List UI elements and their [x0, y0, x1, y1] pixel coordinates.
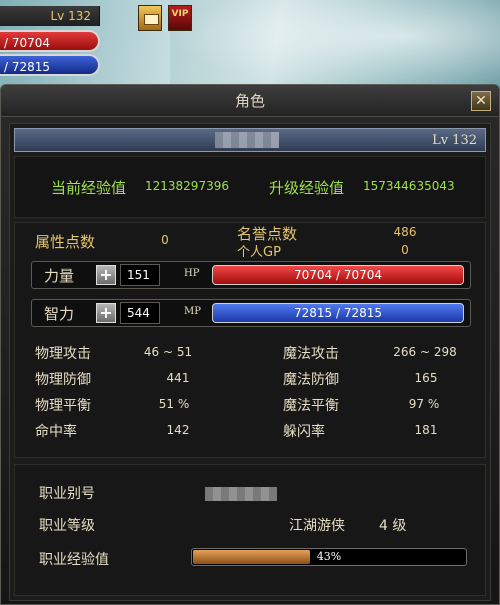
intelligence-plus-button[interactable]: +: [96, 303, 116, 323]
hud-mp-bar: / 72815: [0, 54, 100, 76]
player-hud: Lv 132 / 70704 / 72815: [0, 0, 100, 82]
next-exp-value: 157344635043: [363, 179, 455, 193]
window-title: 角色: [234, 92, 265, 110]
intelligence-label: 智力: [44, 305, 75, 323]
hit-rate-label: 命中率: [35, 424, 77, 440]
personal-gp-label: 个人GP: [237, 245, 281, 260]
job-class-name: 江湖游侠: [289, 518, 345, 534]
current-exp-label: 当前经验值: [51, 179, 127, 197]
job-class-level: 4 级: [379, 518, 407, 534]
hud-level: Lv 132: [0, 6, 100, 26]
dodge-rate-label: 躲闪率: [283, 424, 325, 440]
job-exp-bar: 43%: [191, 548, 467, 566]
hud-hp-bar: / 70704: [0, 30, 100, 52]
strength-label: 力量: [44, 267, 75, 285]
scroll-icon[interactable]: [138, 5, 162, 31]
magic-defense-label: 魔法防御: [283, 372, 339, 388]
physical-balance-label: 物理平衡: [35, 398, 91, 414]
magic-defense-value: 165: [414, 371, 438, 385]
strength-plus-button[interactable]: +: [96, 265, 116, 285]
hp-tag: HP: [184, 268, 200, 279]
mp-tag: MP: [184, 306, 201, 317]
physical-defense-value: 441: [166, 371, 190, 385]
physical-balance-value: 51 %: [158, 397, 190, 411]
job-alias-redacted: [205, 487, 277, 501]
job-exp-percent: 43%: [316, 550, 342, 563]
job-section: 职业别号 职业等级 江湖游侠 4 级 职业经验值 43%: [14, 464, 486, 596]
vip-icon[interactable]: VIP: [168, 5, 192, 31]
vip-label: VIP: [171, 9, 189, 19]
strength-row: 力量 + 151 HP 70704 / 70704: [31, 261, 471, 289]
window-titlebar[interactable]: 角色 ✕: [1, 85, 499, 117]
physical-attack-label: 物理攻击: [35, 346, 91, 362]
character-panel: Lv 132 当前经验值 12138297396 升级经验值 157344635…: [9, 123, 491, 601]
attribute-points-label: 属性点数: [35, 233, 96, 251]
experience-section: 当前经验值 12138297396 升级经验值 157344635043: [14, 156, 486, 218]
character-name-redacted: [215, 132, 279, 148]
physical-attack-value: 46 ~ 51: [143, 345, 193, 359]
character-name-bar: Lv 132: [14, 128, 486, 152]
magic-balance-label: 魔法平衡: [283, 398, 339, 414]
personal-gp-value: 0: [401, 243, 409, 257]
job-level-label: 职业等级: [39, 518, 95, 534]
world-scenery: [170, 0, 500, 90]
close-button[interactable]: ✕: [471, 91, 491, 111]
job-exp-label: 职业经验值: [39, 552, 109, 568]
magic-attack-value: 266 ~ 298: [393, 345, 457, 359]
magic-balance-value: 97 %: [408, 397, 440, 411]
intelligence-row: 智力 + 544 MP 72815 / 72815: [31, 299, 471, 327]
physical-defense-label: 物理防御: [35, 372, 91, 388]
magic-attack-label: 魔法攻击: [283, 346, 339, 362]
character-window: 角色 ✕ Lv 132 当前经验值 12138297396 升级经验值 1573…: [0, 84, 500, 605]
mp-bar: 72815 / 72815: [212, 303, 464, 323]
next-exp-label: 升级经验值: [269, 179, 345, 197]
intelligence-value: 544: [120, 302, 160, 324]
hit-rate-value: 142: [166, 423, 190, 437]
strength-value: 151: [120, 264, 160, 286]
hp-bar: 70704 / 70704: [212, 265, 464, 285]
fame-points-value: 486: [393, 225, 417, 239]
dodge-rate-value: 181: [414, 423, 438, 437]
job-alias-label: 职业别号: [39, 486, 95, 502]
attribute-section: 属性点数 0 名誉点数 486 个人GP 0 力量 + 151 HP 70704…: [14, 222, 486, 458]
character-level: Lv 132: [432, 133, 477, 148]
attribute-points-value: 0: [161, 233, 169, 247]
current-exp-value: 12138297396: [145, 179, 229, 193]
